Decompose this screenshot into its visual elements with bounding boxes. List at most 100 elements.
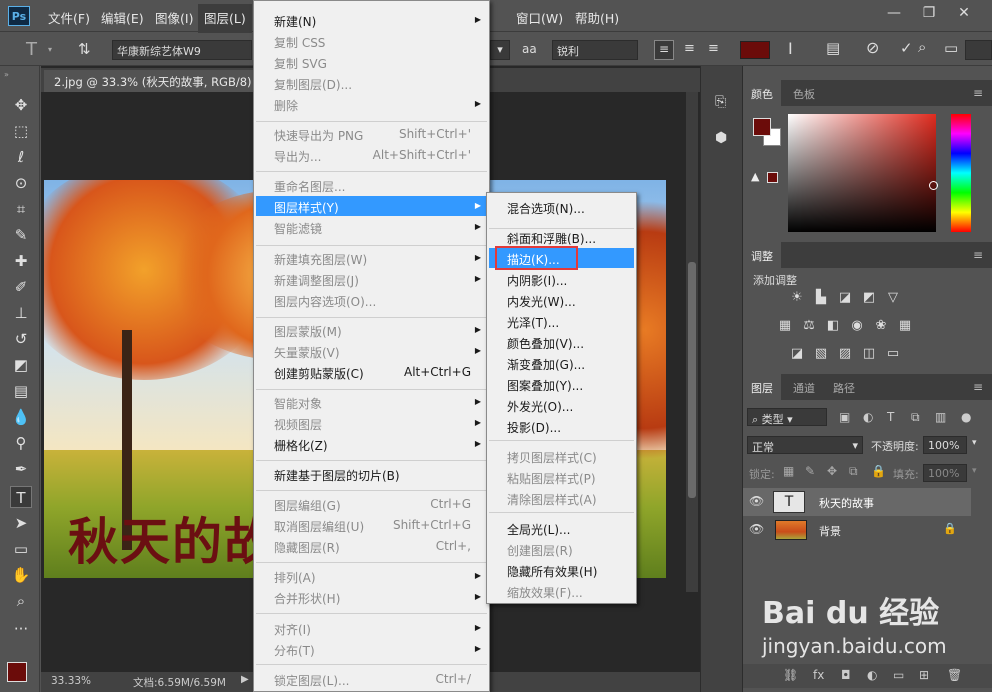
style-menu-item[interactable]: 斜面和浮雕(B)... [489,227,634,247]
opacity-dropdown-icon[interactable]: ▾ [972,438,977,448]
layer-menu-item[interactable]: 图层样式(Y) ▶ [256,196,487,216]
tab-channels[interactable]: 通道 [785,374,823,400]
eyedropper-tool-icon[interactable]: ✎ [10,224,32,246]
style-menu-item[interactable]: 隐藏所有效果(H) [489,560,634,580]
tab-adjustments[interactable]: 调整 [743,242,781,268]
commit-check-icon[interactable]: ✓ [900,39,913,57]
crop-tool-icon[interactable]: ⌗ [10,198,32,220]
layer-menu-item[interactable]: 新建基于图层的切片(B) [256,464,487,484]
hue-slider[interactable] [951,114,971,232]
chevron-down-icon[interactable]: ▾ [48,45,52,54]
menu-image[interactable]: 图像(I) [155,8,193,27]
tab-layers[interactable]: 图层 [743,374,781,400]
new-layer-icon[interactable]: ⊞ [919,668,929,682]
visibility-eye-icon[interactable]: 👁 [749,494,765,510]
menu-file[interactable]: 文件(F) [48,8,90,27]
color-balance-icon[interactable]: ⚖ [801,318,817,334]
brightness-icon[interactable]: ☀ [789,290,805,306]
tab-color[interactable]: 颜色 [743,80,781,106]
antialias-select[interactable]: 锐利 [552,40,638,60]
filter-adjustment-icon[interactable]: ◐ [863,410,873,424]
font-family-select[interactable]: 华康新综艺体W9 [112,40,252,60]
filter-shape-icon[interactable]: ⧉ [911,410,920,425]
workspace-icon[interactable]: ▭ [944,39,958,57]
style-menu-item[interactable]: 内发光(W)... [489,290,634,310]
3d-panel-icon[interactable]: ⬢ [715,130,727,146]
fill-dropdown-icon[interactable]: ▾ [972,466,977,476]
visibility-eye-icon[interactable]: 👁 [749,522,765,538]
gradient-map-icon[interactable]: ▭ [885,346,901,362]
curves-icon[interactable]: ◪ [837,290,853,306]
black-white-icon[interactable]: ◧ [825,318,841,334]
layer-menu-item[interactable]: 创建剪贴蒙版(C) Alt+Ctrl+G [256,362,487,382]
align-left-button[interactable]: ≡ [654,40,674,60]
close-window-icon[interactable]: ✕ [950,4,978,22]
group-icon[interactable]: ▭ [893,668,904,682]
color-field[interactable] [788,114,936,232]
exposure-icon[interactable]: ◩ [861,290,877,306]
layer-mask-icon[interactable]: ◘ [841,668,851,682]
link-layers-icon[interactable]: ⛓ [783,668,798,682]
workspace-select[interactable] [965,40,992,60]
color-lookup-icon[interactable]: ▦ [897,318,913,334]
quick-select-tool-icon[interactable]: ⊙ [10,172,32,194]
tab-swatches[interactable]: 色板 [785,80,823,106]
gradient-tool-icon[interactable]: ▤ [10,380,32,402]
marquee-tool-icon[interactable]: ⬚ [10,120,32,142]
layer-name[interactable]: 背景 [819,523,841,539]
rectangle-tool-icon[interactable]: ▭ [10,538,32,560]
blur-tool-icon[interactable]: 💧 [10,406,32,428]
opacity-input[interactable]: 100% [923,436,967,454]
style-menu-item[interactable]: 外发光(O)... [489,395,634,415]
font-size-dropdown[interactable]: ▾ [490,40,510,60]
healing-brush-tool-icon[interactable]: ✚ [10,250,32,272]
lasso-tool-icon[interactable]: ℓ [10,146,32,168]
layer-style-fx-icon[interactable]: fx [813,668,824,682]
selective-color-icon[interactable]: ◫ [861,346,877,362]
channel-mixer-icon[interactable]: ❀ [873,318,889,334]
layers-panel-menu-icon[interactable]: ≡ [973,380,983,394]
menu-layer[interactable]: 图层(L) [198,4,252,33]
filter-smart-object-icon[interactable]: ▥ [935,410,946,424]
history-panel-icon[interactable]: ⎘ [715,94,726,110]
color-picker-cursor[interactable] [929,181,938,190]
vibrance-icon[interactable]: ▽ [885,290,901,306]
text-color-swatch[interactable] [740,41,770,59]
lock-pixels-icon[interactable]: ✎ [805,464,815,478]
status-arrow-icon[interactable]: ▶ [241,674,249,685]
fill-input[interactable]: 100% [923,464,967,482]
tab-paths[interactable]: 路径 [825,374,863,400]
zoom-level[interactable]: 33.33% [51,675,91,687]
color-foreground-swatch[interactable] [753,118,771,136]
filter-type-icon[interactable]: T [887,410,894,424]
adjustment-layer-icon[interactable]: ◐ [867,668,877,682]
more-tools-icon[interactable]: ··· [10,618,32,640]
lock-all-icon[interactable]: 🔒 [871,464,886,478]
menu-help[interactable]: 帮助(H) [575,8,619,27]
pen-tool-icon[interactable]: ✒ [10,458,32,480]
eraser-tool-icon[interactable]: ◩ [10,354,32,376]
layer-filter-select[interactable]: ⌕ 类型 ▾ [747,408,827,426]
restore-icon[interactable]: ❐ [915,4,943,22]
hue-saturation-icon[interactable]: ▦ [777,318,793,334]
align-center-button[interactable]: ≡ [684,41,695,56]
style-menu-item[interactable]: 颜色叠加(V)... [489,332,634,352]
lock-position-icon[interactable]: ✥ [827,464,837,478]
panel-menu-icon[interactable]: ≡ [973,86,983,100]
photo-filter-icon[interactable]: ◉ [849,318,865,334]
style-menu-item[interactable]: 全局光(L)... [489,518,634,538]
menu-window[interactable]: 窗口(W) [516,8,563,27]
scrollbar-thumb[interactable] [688,262,696,498]
layer-row[interactable]: 👁 T 秋天的故事 [743,488,971,516]
minimize-icon[interactable]: — [880,4,908,22]
filter-pixel-icon[interactable]: ▣ [839,410,850,424]
dodge-tool-icon[interactable]: ⚲ [10,432,32,454]
delete-layer-icon[interactable]: 🗑 [947,668,962,682]
hand-tool-icon[interactable]: ✋ [10,564,32,586]
layer-row[interactable]: 👁 背景 🔒 [743,516,971,544]
lock-artboard-icon[interactable]: ⧉ [849,464,858,479]
lock-transparent-icon[interactable]: ▦ [783,464,794,478]
layer-menu-item[interactable]: 栅格化(Z) ▶ [256,434,487,454]
threshold-icon[interactable]: ▨ [837,346,853,362]
cancel-icon[interactable]: ⊘ [866,38,879,57]
